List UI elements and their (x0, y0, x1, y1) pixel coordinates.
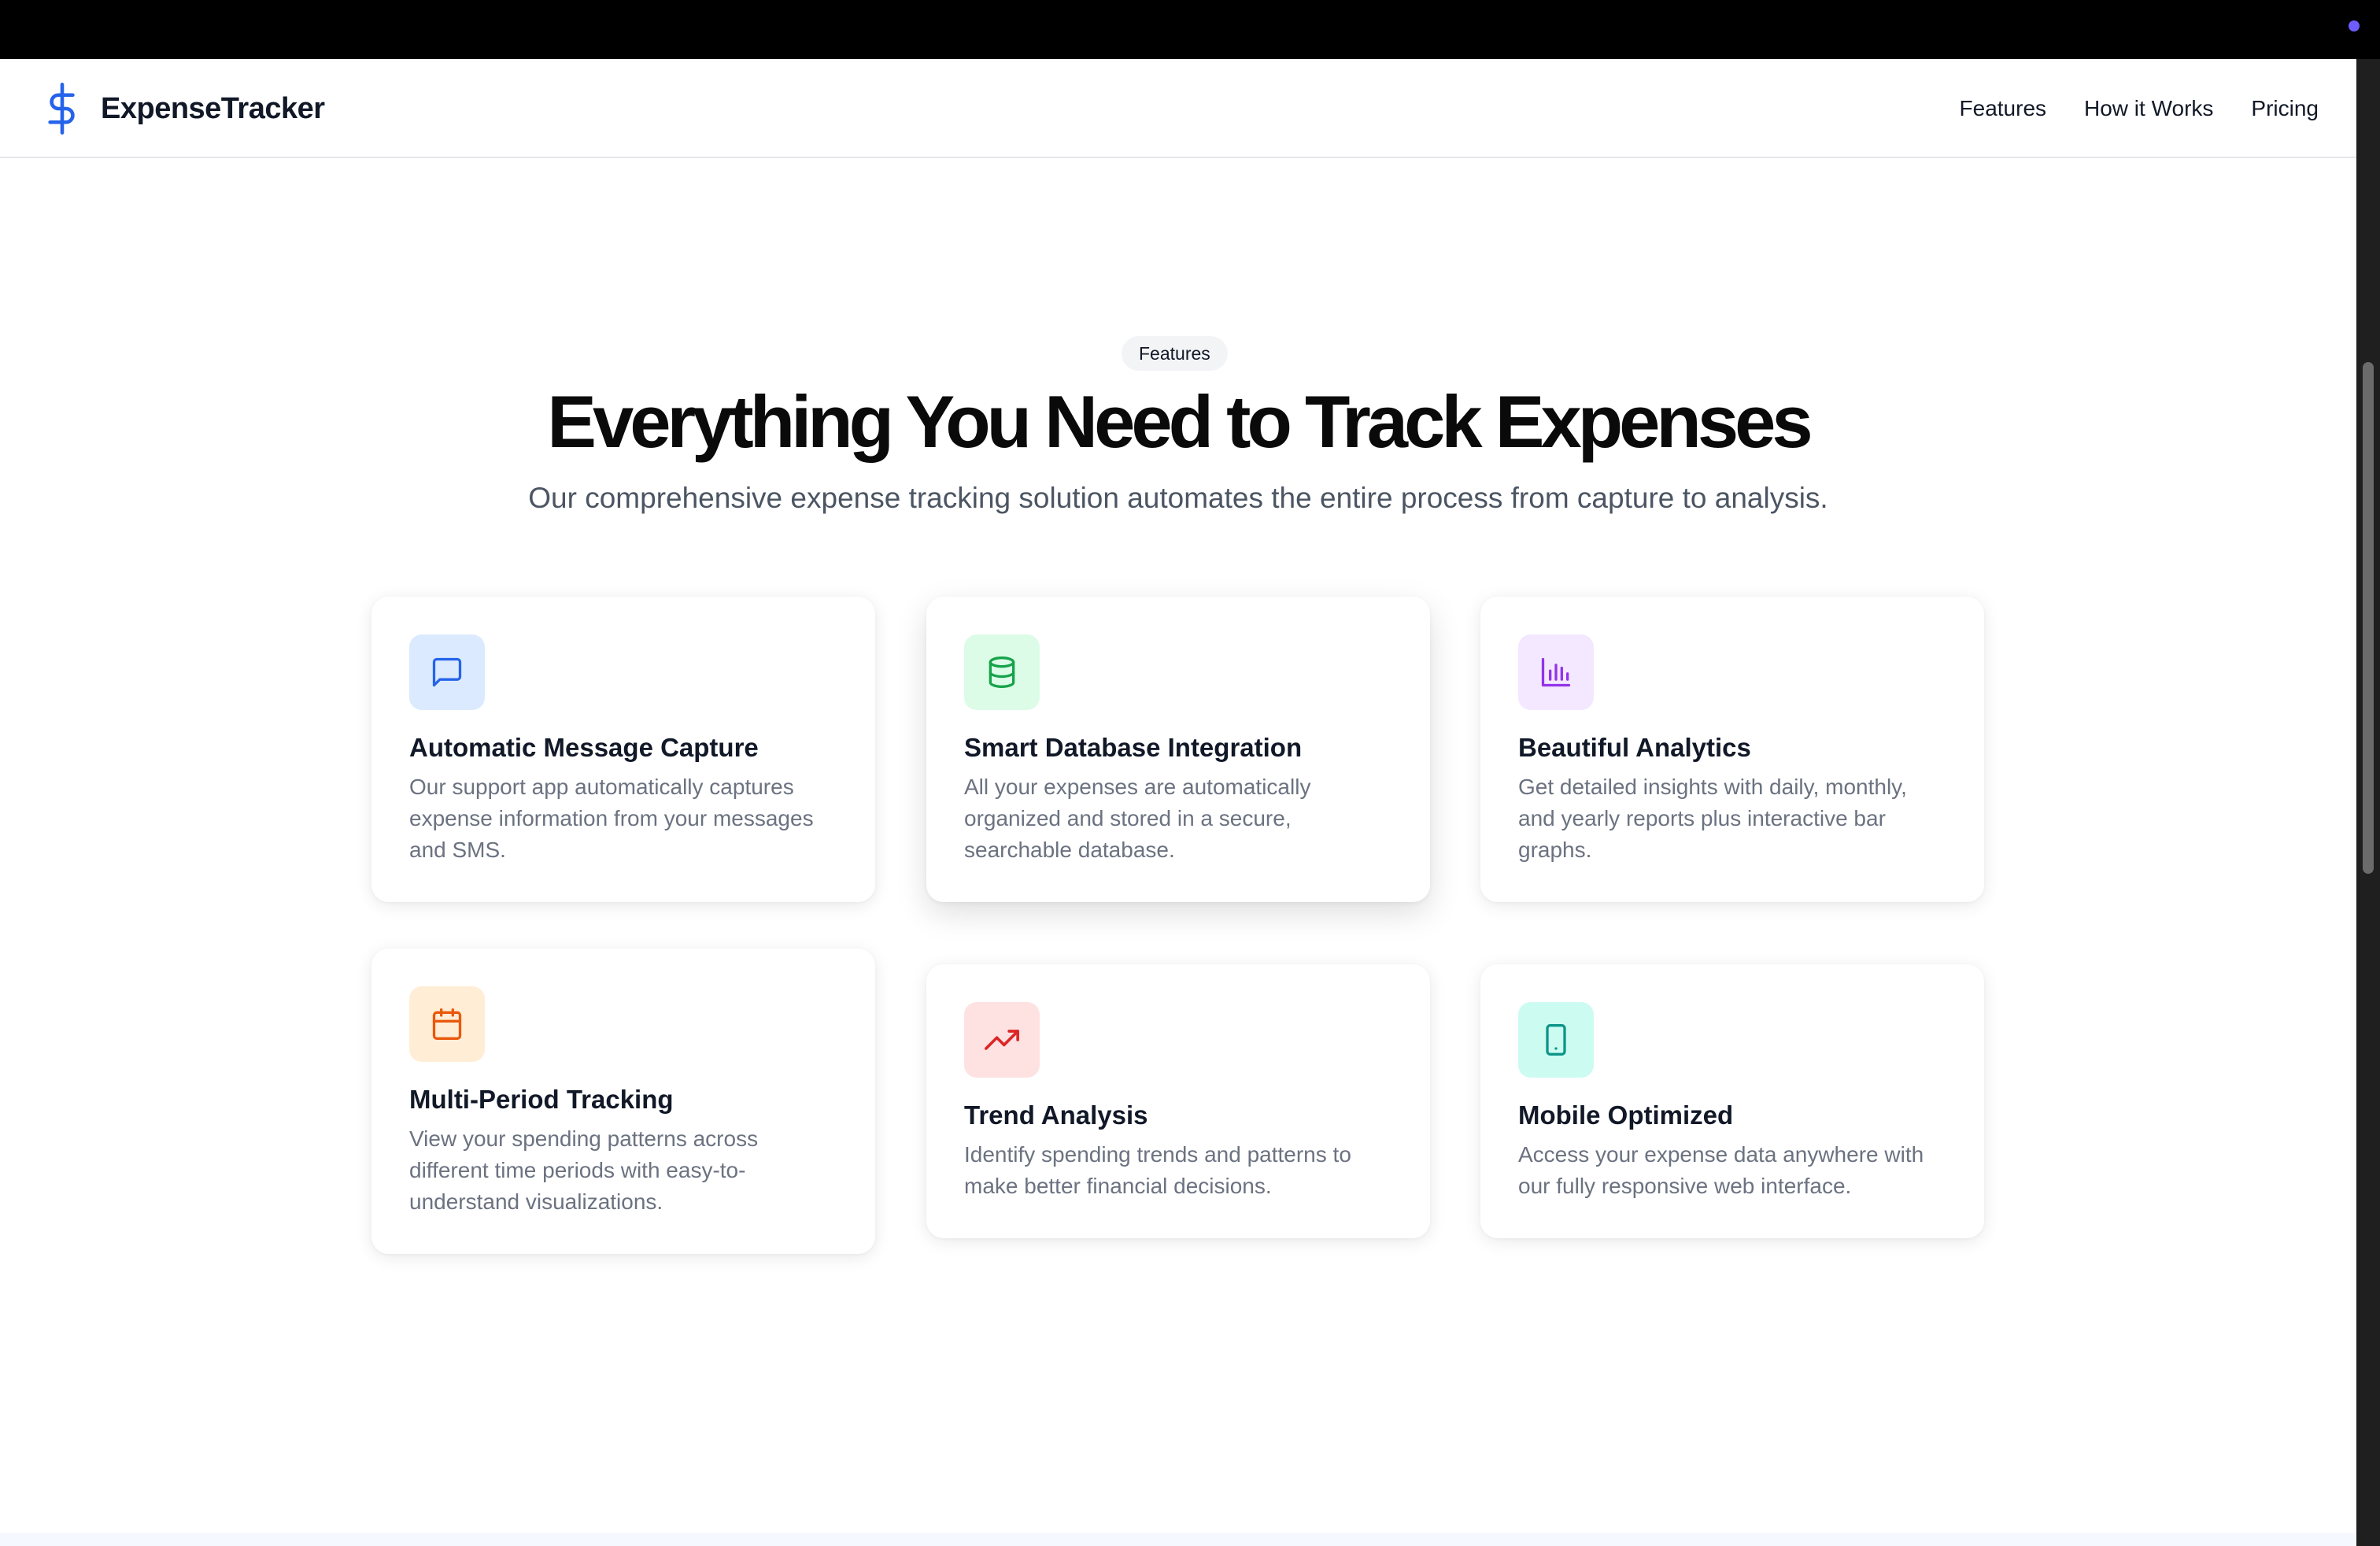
browser-top-bar (0, 0, 2380, 59)
feature-title: Multi-Period Tracking (409, 1085, 674, 1114)
feature-icon-box (964, 634, 1040, 710)
feature-title: Mobile Optimized (1518, 1100, 1734, 1130)
feature-card-trend-analysis: Trend Analysis Identify spending trends … (926, 964, 1430, 1238)
section-subtitle: Our comprehensive expense tracking solut… (528, 482, 1828, 514)
feature-title: Beautiful Analytics (1518, 733, 1751, 762)
smartphone-icon (1546, 1024, 1566, 1056)
recording-indicator-icon (2349, 20, 2360, 31)
nav-features-link[interactable]: Features (1960, 96, 2047, 121)
feature-description: Our support app automatically captures e… (409, 774, 814, 862)
brand-name: ExpenseTracker (101, 91, 325, 125)
trending-up-icon (985, 1030, 1019, 1050)
site-header: ExpenseTracker Features How it Works Pri… (0, 59, 2356, 158)
message-square-icon (432, 657, 462, 687)
feature-card-message-capture: Automatic Message Capture Our support ap… (371, 597, 875, 902)
feature-icon-box (409, 634, 485, 710)
feature-title: Automatic Message Capture (409, 733, 759, 762)
page-scrollbar[interactable] (2356, 59, 2380, 1546)
feature-card-database: Smart Database Integration All your expe… (926, 597, 1430, 902)
database-icon (989, 656, 1015, 688)
brand-logo-link[interactable]: ExpenseTracker (44, 83, 325, 135)
nav-pricing-link[interactable]: Pricing (2251, 96, 2319, 121)
main-nav: Features How it Works Pricing (1960, 59, 2319, 158)
feature-description: Identify spending trends and patterns to… (964, 1141, 1351, 1198)
feature-description: All your expenses are automatically orga… (964, 774, 1311, 862)
feature-description: Access your expense data anywhere with o… (1518, 1141, 1924, 1198)
feature-card-mobile: Mobile Optimized Access your expense dat… (1480, 964, 1984, 1238)
page: ExpenseTracker Features How it Works Pri… (0, 59, 2356, 1546)
feature-card-multi-period: Multi-Period Tracking View your spending… (371, 949, 875, 1254)
feature-icon-box (409, 986, 485, 1062)
section-title: Everything You Need to Track Expenses (547, 380, 1813, 463)
feature-title: Trend Analysis (964, 1100, 1148, 1130)
feature-description: View your spending patterns across diffe… (409, 1126, 759, 1214)
nav-how-it-works-link[interactable]: How it Works (2084, 96, 2213, 121)
next-section-edge (0, 1533, 2356, 1546)
feature-icon-box (964, 1002, 1040, 1078)
feature-description: Get detailed insights with daily, monthl… (1518, 774, 1907, 862)
feature-icon-box (1518, 634, 1594, 710)
dollar-sign-icon (48, 83, 75, 135)
feature-card-analytics: Beautiful Analytics Get detailed insight… (1480, 597, 1984, 902)
feature-title: Smart Database Integration (964, 733, 1303, 762)
scrollbar-thumb[interactable] (2363, 362, 2374, 874)
bar-chart-icon (1541, 657, 1571, 687)
feature-icon-box (1518, 1002, 1594, 1078)
calendar-icon (432, 1008, 462, 1040)
section-badge: Features (1122, 336, 1228, 371)
